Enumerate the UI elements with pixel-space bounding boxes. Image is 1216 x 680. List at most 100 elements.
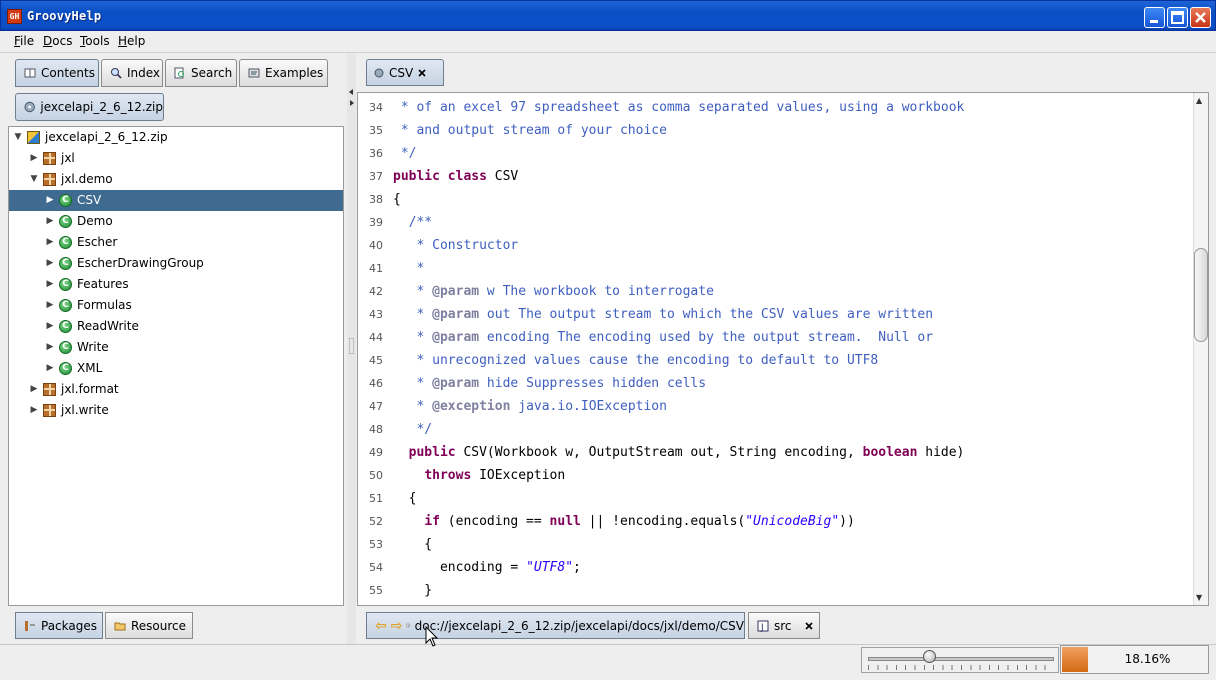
vertical-scrollbar[interactable]: ▲ ▼ xyxy=(1193,93,1208,605)
tree-item-label: jxl.write xyxy=(61,403,109,417)
close-tab-icon[interactable] xyxy=(804,621,813,630)
code-token: @param xyxy=(432,376,480,391)
tab-csv-doc[interactable]: CSV xyxy=(366,59,444,86)
line-number: 44 xyxy=(369,331,383,344)
code-token: if xyxy=(424,514,440,529)
tree-item[interactable]: ▼ jxl.demo xyxy=(9,169,343,190)
slider-knob[interactable] xyxy=(923,650,936,663)
collapsed-arrow-icon[interactable]: ▶ xyxy=(29,379,39,400)
tree-item-label: ReadWrite xyxy=(77,319,139,333)
tab-src[interactable]: J src xyxy=(748,612,820,639)
line-number: 34 xyxy=(369,101,383,114)
contents-tree[interactable]: ▼ jexcelapi_2_6_12.zip ▶ jxl ▼ jxl.demo ▶ C CSV ▶… xyxy=(8,126,344,606)
maximize-button[interactable] xyxy=(1167,7,1188,28)
tree-item[interactable]: ▶ C Escher xyxy=(9,232,343,253)
tree-item[interactable]: ▶ C Features xyxy=(9,274,343,295)
scroll-thumb[interactable] xyxy=(1194,248,1208,342)
collapsed-arrow-icon[interactable]: ▶ xyxy=(45,232,55,253)
forward-arrow-icon[interactable]: ⇨ xyxy=(391,619,403,633)
collapsed-arrow-icon[interactable]: ▶ xyxy=(29,148,39,169)
scroll-down-icon[interactable]: ▼ xyxy=(1196,593,1202,602)
code-text: * @param encoding The encoding used by t… xyxy=(393,326,933,349)
class-icon: C xyxy=(59,299,72,312)
tree-item[interactable]: ▼ jexcelapi_2_6_12.zip xyxy=(9,127,343,148)
menu-help[interactable]: Help xyxy=(118,34,145,48)
close-window-button[interactable] xyxy=(1190,7,1211,28)
menu-help-label: elp xyxy=(127,34,146,48)
mouse-cursor-icon xyxy=(425,626,439,647)
code-text: * @exception java.io.IOException xyxy=(393,395,667,418)
collapsed-arrow-icon[interactable]: ▶ xyxy=(45,358,55,379)
close-icon xyxy=(1195,12,1206,23)
tab-index[interactable]: Index xyxy=(101,59,163,87)
minimize-button[interactable] xyxy=(1144,7,1165,28)
menu-file[interactable]: File xyxy=(14,34,34,48)
tab-contents[interactable]: Contents xyxy=(15,59,99,87)
zoom-slider[interactable] xyxy=(861,647,1059,673)
tab-contents-label: Contents xyxy=(41,66,95,80)
menu-tools[interactable]: Tools xyxy=(80,34,110,48)
collapsed-arrow-icon[interactable]: ▶ xyxy=(45,211,55,232)
line-number: 46 xyxy=(369,377,383,390)
menu-bar: File Docs Tools Help xyxy=(0,31,1216,53)
collapse-arrows-icon[interactable] xyxy=(348,88,355,108)
source-viewer[interactable]: 34 * of an excel 97 spreadsheet as comma… xyxy=(357,92,1209,606)
collapsed-arrow-icon[interactable]: ▶ xyxy=(45,274,55,295)
tree-item[interactable]: ▶ C XML xyxy=(9,358,343,379)
code-token: || !encoding.equals( xyxy=(580,514,746,529)
collapsed-arrow-icon[interactable]: ▶ xyxy=(45,190,55,211)
menu-docs-mnemonic: D xyxy=(43,34,53,48)
line-number: 48 xyxy=(369,423,383,436)
progress-bar: 18.16% xyxy=(1060,645,1209,674)
code-token: public xyxy=(393,169,440,184)
back-arrow-icon[interactable]: ⇦ xyxy=(375,619,387,633)
tab-archive[interactable]: jexcelapi_2_6_12.zip xyxy=(15,93,164,121)
code-token: null xyxy=(549,514,581,529)
doc-url-tab[interactable]: ⇦ ⇨ doc://jexcelapi_2_6_12.zip/jexcelapi… xyxy=(366,612,745,639)
code-token: } xyxy=(393,583,433,598)
collapsed-arrow-icon[interactable]: ▶ xyxy=(45,253,55,274)
tab-resource[interactable]: Resource xyxy=(105,612,193,639)
expanded-arrow-icon[interactable]: ▼ xyxy=(29,169,39,190)
tree-item-label: Write xyxy=(77,340,109,354)
line-number: 52 xyxy=(369,515,383,528)
code-text: encoding = "UTF8"; xyxy=(393,556,581,579)
tree-item[interactable]: ▶ jxl xyxy=(9,148,343,169)
tab-examples-label: Examples xyxy=(265,66,324,80)
tree-item[interactable]: ▶ C Write xyxy=(9,337,343,358)
maximize-icon xyxy=(1171,11,1184,24)
tree-item[interactable]: ▶ C CSV xyxy=(9,190,343,211)
close-tab-icon[interactable] xyxy=(418,68,426,77)
line-number: 39 xyxy=(369,216,383,229)
code-text: */ xyxy=(393,142,417,165)
scroll-up-icon[interactable]: ▲ xyxy=(1196,96,1202,105)
minimize-icon xyxy=(1150,20,1158,23)
code-token: * xyxy=(393,330,433,345)
collapsed-arrow-icon[interactable]: ▶ xyxy=(45,316,55,337)
tree-item[interactable]: ▶ C Demo xyxy=(9,211,343,232)
tree-item[interactable]: ▶ C EscherDrawingGroup xyxy=(9,253,343,274)
tab-search[interactable]: Search xyxy=(165,59,237,87)
code-token: @param xyxy=(432,307,480,322)
tree-item[interactable]: ▶ jxl.format xyxy=(9,379,343,400)
split-pane-divider[interactable] xyxy=(347,53,356,644)
menu-docs[interactable]: Docs xyxy=(43,34,72,48)
tab-index-label: Index xyxy=(127,66,161,80)
code-text: if (encoding == null || !encoding.equals… xyxy=(393,510,855,533)
code-token: * xyxy=(393,261,425,276)
archive-icon xyxy=(24,101,35,113)
tree-item[interactable]: ▶ C Formulas xyxy=(9,295,343,316)
code-text: */ xyxy=(393,418,432,441)
tab-examples[interactable]: Examples xyxy=(239,59,328,87)
tree-item[interactable]: ▶ jxl.write xyxy=(9,400,343,421)
collapsed-arrow-icon[interactable]: ▶ xyxy=(45,295,55,316)
tree-item[interactable]: ▶ C ReadWrite xyxy=(9,316,343,337)
tab-packages[interactable]: Packages xyxy=(15,612,103,639)
expanded-arrow-icon[interactable]: ▼ xyxy=(13,127,23,148)
collapsed-arrow-icon[interactable]: ▶ xyxy=(29,400,39,421)
class-icon: C xyxy=(59,278,72,291)
collapsed-arrow-icon[interactable]: ▶ xyxy=(45,337,55,358)
code-token: out The output stream to which the CSV v… xyxy=(479,307,934,322)
